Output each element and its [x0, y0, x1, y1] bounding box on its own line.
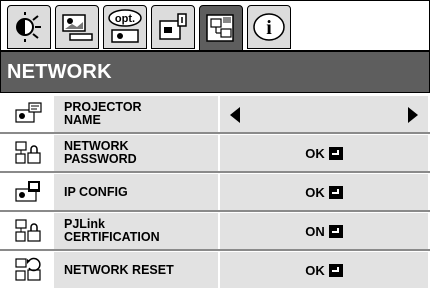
pjlink-icon — [15, 219, 41, 242]
projector-name-label-cell: PROJECTOR NAME — [54, 96, 218, 132]
tab-options[interactable]: opt. — [103, 5, 147, 49]
projector-name-icon-cell — [3, 96, 53, 132]
tab-setup[interactable] — [151, 5, 195, 49]
network-password-value: OK — [305, 145, 325, 161]
options-tab-label: opt. — [115, 13, 135, 25]
pjlink-label: PJLink CERTIFICATION — [64, 217, 160, 244]
page-title: NETWORK — [7, 61, 112, 83]
opt-icon: opt. — [108, 9, 142, 43]
row-divider — [0, 132, 430, 134]
pjlink-toggle-button[interactable]: ON — [220, 213, 428, 249]
network-password-ok-button[interactable]: OK — [220, 135, 428, 171]
ip-config-icon-cell — [3, 174, 53, 210]
projector-name-icon — [15, 102, 42, 123]
row-divider — [0, 249, 430, 251]
ip-config-ok-button[interactable]: OK — [220, 174, 428, 210]
enter-icon — [328, 185, 343, 199]
row-projector-name[interactable]: PROJECTOR NAME — [0, 96, 430, 132]
network-reset-icon-cell — [3, 252, 53, 288]
ip-config-label: IP CONFIG — [64, 184, 128, 199]
left-arrow-icon[interactable] — [230, 107, 240, 123]
enter-icon — [328, 224, 343, 238]
network-password-label-cell: NETWORK PASSWORD — [54, 135, 218, 171]
information-tab-label: i — [266, 17, 272, 39]
row-divider — [0, 210, 430, 212]
projector-setup-icon — [159, 13, 187, 40]
row-ip-config[interactable]: IP CONFIG OK — [0, 174, 430, 210]
network-reset-icon — [15, 257, 41, 281]
network-password-icon — [15, 141, 41, 164]
brightness-icon — [16, 12, 41, 42]
pjlink-value: ON — [305, 223, 325, 239]
network-reset-ok-button[interactable]: OK — [220, 252, 428, 288]
pjlink-icon-cell — [3, 213, 53, 249]
projector-name-selector[interactable] — [220, 96, 428, 132]
ip-config-label-cell: IP CONFIG — [54, 174, 218, 210]
network-icon — [206, 13, 234, 42]
network-reset-label: NETWORK RESET — [64, 262, 174, 277]
network-password-icon-cell — [3, 135, 53, 171]
enter-icon — [328, 146, 343, 160]
tab-image-adjust[interactable] — [7, 5, 51, 49]
projector-osd-menu: opt. i NETWORK PROJECTOR NAME NETWORK PA… — [0, 0, 430, 288]
ip-config-icon — [15, 181, 40, 202]
row-pjlink-certification[interactable]: PJLink CERTIFICATION ON — [0, 213, 430, 249]
network-reset-label-cell: NETWORK RESET — [54, 252, 218, 288]
tab-information[interactable]: i — [247, 5, 291, 49]
menu-title-bar: NETWORK — [0, 50, 430, 93]
screen-image-icon — [62, 14, 93, 41]
projector-name-label: PROJECTOR NAME — [64, 100, 142, 127]
pjlink-label-cell: PJLink CERTIFICATION — [54, 213, 218, 249]
row-network-password[interactable]: NETWORK PASSWORD OK — [0, 135, 430, 171]
tab-display[interactable] — [55, 5, 99, 49]
enter-icon — [328, 263, 343, 277]
right-arrow-icon[interactable] — [408, 107, 418, 123]
ip-config-value: OK — [305, 184, 325, 200]
info-icon: i — [253, 13, 285, 41]
tab-network[interactable] — [199, 5, 243, 52]
network-password-label: NETWORK PASSWORD — [64, 139, 137, 166]
network-reset-value: OK — [305, 262, 325, 278]
row-divider — [0, 171, 430, 173]
menu-tab-bar: opt. i — [0, 0, 430, 52]
row-network-reset[interactable]: NETWORK RESET OK — [0, 252, 430, 288]
